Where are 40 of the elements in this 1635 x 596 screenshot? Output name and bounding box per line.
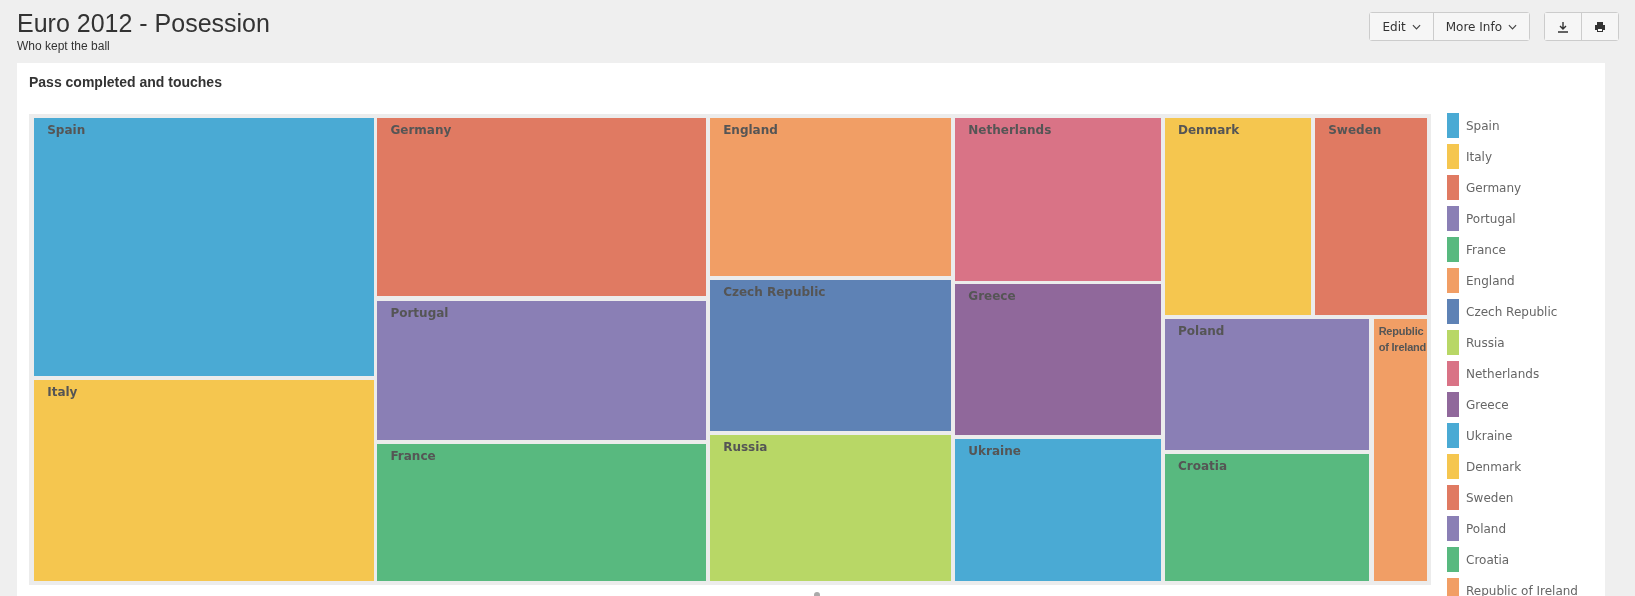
tile-label: Croatia — [1178, 457, 1228, 474]
legend-label: Greece — [1466, 397, 1509, 412]
tile-label: Italy — [47, 383, 79, 400]
printer-icon — [1594, 20, 1606, 33]
legend-label: Croatia — [1466, 552, 1510, 567]
legend-label: Portugal — [1466, 211, 1516, 226]
tile-label: Poland — [1178, 323, 1226, 340]
legend-label: Russia — [1466, 335, 1505, 350]
tile-label: Germany — [390, 122, 453, 139]
legend-label: Italy — [1466, 149, 1493, 164]
tile-label: Portugal — [390, 304, 450, 321]
legend-label: Czech Republic — [1466, 304, 1558, 319]
tile-label: Denmark — [1178, 122, 1241, 139]
tile-label: Russia — [723, 438, 769, 455]
card-title: Pass completed and touches — [28, 73, 223, 92]
legend-label: Netherlands — [1466, 366, 1540, 381]
legend-label: Germany — [1466, 180, 1522, 195]
download-button[interactable] — [1545, 13, 1582, 40]
tile-label: Greece — [968, 287, 1017, 304]
tile-label: England — [723, 122, 779, 139]
legend-label: Poland — [1466, 521, 1507, 536]
tile-label: France — [390, 448, 437, 465]
chevron-down-icon — [1508, 23, 1517, 30]
legend-label: England — [1466, 273, 1515, 288]
legend-label: Sweden — [1466, 490, 1514, 505]
tile-label: Ukraine — [968, 443, 1022, 460]
tile-label: Sweden — [1328, 122, 1383, 139]
legend-label: Denmark — [1466, 459, 1522, 474]
tile-label: Netherlands — [968, 122, 1053, 139]
chevron-down-icon — [1411, 23, 1421, 30]
legend-label: Spain — [1466, 118, 1500, 133]
legend-label: France — [1466, 242, 1506, 257]
tile-label: Czech Republic — [723, 283, 827, 300]
page-title: Euro 2012 - Posession — [17, 8, 270, 38]
page-subtitle: Who kept the ball — [17, 38, 111, 54]
download-icon — [1557, 20, 1569, 33]
menu-button[interactable]: Edit — [1370, 13, 1434, 40]
tile-label: Spain — [47, 122, 87, 139]
tile-label: Republic of Ireland — [1378, 324, 1427, 356]
legend-label: Ukraine — [1466, 428, 1513, 443]
